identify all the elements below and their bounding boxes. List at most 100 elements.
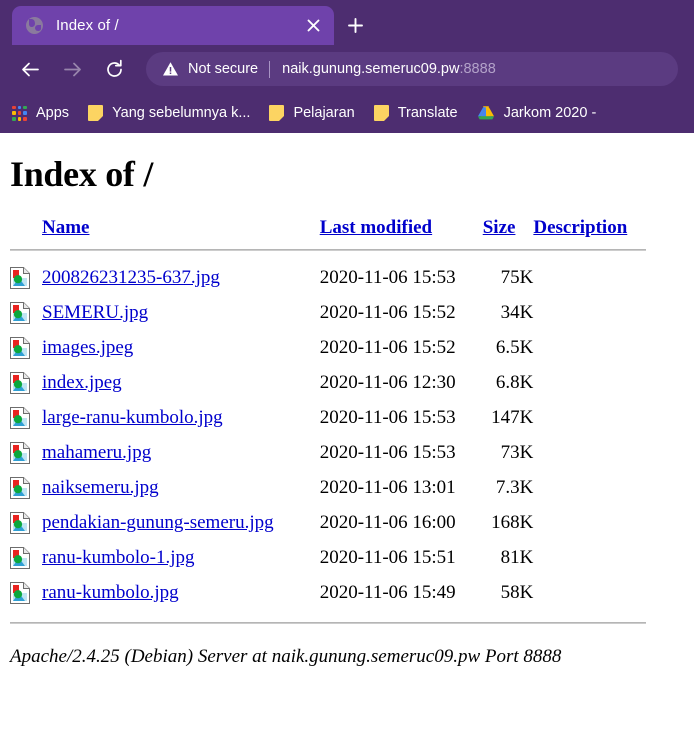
file-name-cell[interactable]: naiksemeru.jpg (42, 470, 320, 505)
file-size-cell: 73K (500, 442, 534, 463)
file-description-cell (533, 295, 646, 330)
image-file-icon (10, 365, 42, 400)
file-name-cell[interactable]: images.jpeg (42, 330, 320, 365)
bookmark-label: Jarkom 2020 - (503, 105, 597, 121)
forward-button (54, 51, 90, 87)
file-name-cell[interactable]: ranu-kumbolo.jpg (42, 575, 320, 610)
bookmarks-bar: Apps Yang sebelumnya k... Pelajaran Tran… (0, 93, 694, 133)
file-link[interactable]: pendakian-gunung-semeru.jpg (42, 512, 274, 533)
reload-button[interactable] (96, 51, 132, 87)
file-size-cell: 147K (491, 407, 534, 428)
image-file-icon (10, 400, 42, 435)
bookmark-label: Apps (36, 105, 70, 121)
url-port: :8888 (459, 61, 496, 77)
file-link[interactable]: images.jpeg (42, 337, 133, 358)
file-size-cell: 6.5K (495, 337, 534, 358)
file-modified-cell: 2020-11-06 13:01 (319, 477, 456, 498)
file-link[interactable]: 200826231235-637.jpg (42, 267, 220, 288)
folder-icon (373, 105, 389, 121)
file-description-cell (533, 260, 646, 295)
file-name-cell[interactable]: large-ranu-kumbolo.jpg (42, 400, 320, 435)
file-description-cell (533, 505, 646, 540)
file-description-cell (533, 435, 646, 470)
folder-icon (269, 105, 285, 121)
file-size-cell: 34K (500, 302, 534, 323)
tab-strip: Index of / (0, 0, 694, 45)
file-link[interactable]: large-ranu-kumbolo.jpg (42, 407, 223, 428)
bookmark-pelajaran[interactable]: Pelajaran (269, 105, 355, 121)
globe-icon (26, 17, 43, 34)
directory-listing-page: Index of / Name Last modified Size Descr… (0, 133, 694, 747)
warning-triangle-icon (162, 61, 179, 77)
file-name-cell[interactable]: SEMERU.jpg (42, 295, 320, 330)
image-file-icon (10, 295, 42, 330)
table-row: ranu-kumbolo-1.jpg 2020-11-06 15:51 81K (10, 540, 646, 575)
table-header-row: Name Last modified Size Description (10, 217, 646, 243)
table-row: images.jpeg 2020-11-06 15:52 6.5K (10, 330, 646, 365)
page-title: Index of / (10, 154, 154, 194)
file-link[interactable]: index.jpeg (42, 372, 122, 393)
file-modified-cell: 2020-11-06 15:49 (319, 582, 456, 603)
file-size-cell: 81K (500, 547, 534, 568)
file-link[interactable]: SEMERU.jpg (42, 302, 148, 323)
file-link[interactable]: ranu-kumbolo-1.jpg (42, 547, 195, 568)
bookmark-apps[interactable]: Apps (12, 105, 69, 121)
header-name[interactable]: Name (42, 217, 320, 243)
file-modified-cell: 2020-11-06 12:30 (319, 372, 456, 393)
file-name-cell[interactable]: mahameru.jpg (42, 435, 320, 470)
browser-toolbar: Not secure naik.gunung.semeruc09.pw:8888 (0, 45, 694, 93)
bookmark-label: Translate (397, 105, 458, 121)
file-link[interactable]: ranu-kumbolo.jpg (42, 582, 179, 603)
header-description[interactable]: Description (533, 217, 646, 243)
close-icon[interactable] (298, 11, 328, 41)
address-bar[interactable]: Not secure naik.gunung.semeruc09.pw:8888 (146, 52, 678, 86)
file-size-cell: 168K (491, 512, 534, 533)
bookmark-jarkom-2020[interactable]: Jarkom 2020 - (477, 105, 597, 121)
image-file-icon (10, 435, 42, 470)
file-modified-cell: 2020-11-06 15:52 (319, 337, 456, 358)
bookmark-yang-sebelumnya[interactable]: Yang sebelumnya k... (88, 105, 250, 121)
table-row: ranu-kumbolo.jpg 2020-11-06 15:49 58K (10, 575, 646, 610)
bookmark-label: Yang sebelumnya k... (112, 105, 251, 121)
header-size[interactable]: Size (483, 217, 534, 243)
file-description-cell (533, 470, 646, 505)
file-modified-cell: 2020-11-06 16:00 (319, 512, 456, 533)
header-rule-row (10, 243, 646, 260)
header-last-modified[interactable]: Last modified (320, 217, 483, 243)
file-modified-cell: 2020-11-06 15:52 (319, 302, 456, 323)
image-file-icon (10, 575, 42, 610)
sort-by-size-link[interactable]: Size (483, 217, 516, 238)
table-row: 200826231235-637.jpg 2020-11-06 15:53 75… (10, 260, 646, 295)
file-name-cell[interactable]: index.jpeg (42, 365, 320, 400)
file-rows: 200826231235-637.jpg 2020-11-06 15:53 75… (10, 260, 646, 646)
tab-index-of[interactable]: Index of / (12, 6, 334, 45)
sort-by-date-link[interactable]: Last modified (320, 217, 432, 238)
file-name-cell[interactable]: pendakian-gunung-semeru.jpg (42, 505, 320, 540)
file-name-cell[interactable]: ranu-kumbolo-1.jpg (42, 540, 320, 575)
table-row: index.jpeg 2020-11-06 12:30 6.8K (10, 365, 646, 400)
file-description-cell (533, 365, 646, 400)
sort-by-name-link[interactable]: Name (42, 217, 89, 238)
google-drive-icon (477, 105, 495, 121)
file-link[interactable]: naiksemeru.jpg (42, 477, 159, 498)
table-row: naiksemeru.jpg 2020-11-06 13:01 7.3K (10, 470, 646, 505)
new-tab-button[interactable] (334, 6, 376, 45)
folder-icon (88, 105, 104, 121)
file-name-cell[interactable]: 200826231235-637.jpg (42, 260, 320, 295)
bookmark-translate[interactable]: Translate (373, 105, 458, 121)
apps-grid-icon (12, 105, 27, 121)
back-button[interactable] (12, 51, 48, 87)
file-link[interactable]: mahameru.jpg (42, 442, 151, 463)
url-host: naik.gunung.semeruc09.pw (282, 61, 460, 77)
file-size-cell: 58K (500, 582, 534, 603)
directory-index-table: Name Last modified Size Description 2008… (10, 217, 646, 646)
image-file-icon (10, 260, 42, 295)
file-description-cell (533, 400, 646, 435)
table-row: pendakian-gunung-semeru.jpg 2020-11-06 1… (10, 505, 646, 540)
security-status-label: Not secure (188, 61, 259, 77)
table-row: SEMERU.jpg 2020-11-06 15:52 34K (10, 295, 646, 330)
server-signature: Apache/2.4.25 (Debian) Server at naik.gu… (10, 646, 562, 667)
image-file-icon (10, 505, 42, 540)
file-modified-cell: 2020-11-06 15:51 (319, 547, 456, 568)
sort-by-description-link[interactable]: Description (533, 217, 627, 238)
